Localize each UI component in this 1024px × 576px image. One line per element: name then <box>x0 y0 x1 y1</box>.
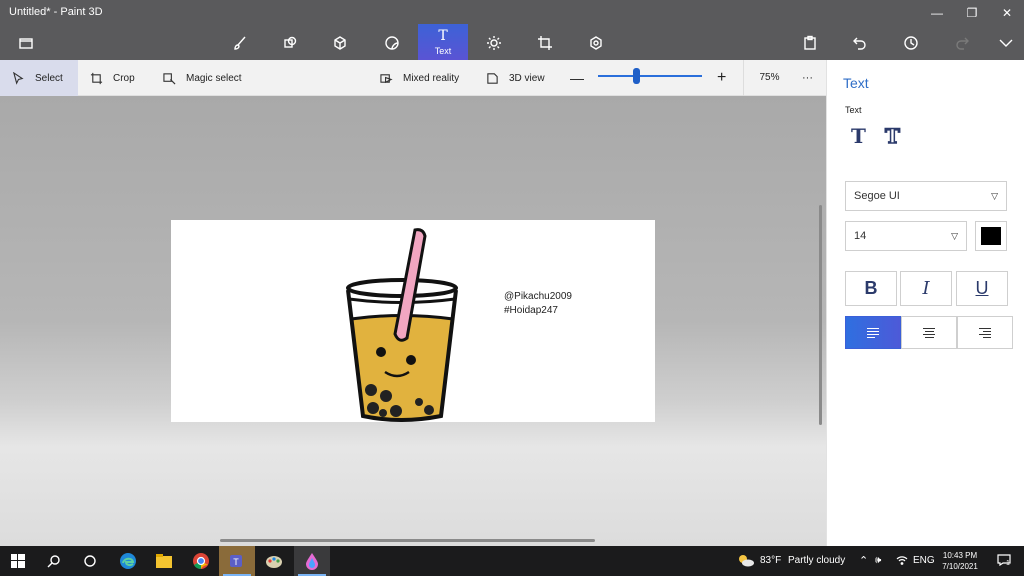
color-swatch <box>981 227 1001 245</box>
notification-count: 1 <box>1006 560 1010 567</box>
italic-button[interactable]: I <box>900 271 952 306</box>
edge-icon[interactable] <box>110 546 146 576</box>
font-size-value: 14 <box>854 230 867 242</box>
3d-library-icon[interactable] <box>576 26 616 60</box>
clock[interactable]: 10:43 PM 7/10/2021 <box>934 550 986 572</box>
notifications-icon[interactable]: 1 <box>992 546 1016 576</box>
horizontal-scrollbar[interactable] <box>220 539 595 542</box>
vertical-scrollbar[interactable] <box>819 205 822 425</box>
canvas-text-line-1: @Pikachu2009 <box>504 291 572 302</box>
taskbar: T 83°F Partly cloudy ⌃ 🕪 ENG 10:43 PM 7/… <box>0 546 1024 576</box>
3d-text-tool-icon[interactable]: T <box>884 123 911 149</box>
paint-3d-icon[interactable] <box>294 546 330 576</box>
weather-icon[interactable] <box>737 546 755 576</box>
canvas-icon[interactable] <box>525 26 565 60</box>
zoom-value[interactable]: 75% <box>743 60 795 96</box>
mixed-reality-button[interactable]: Mixed reality <box>380 60 459 96</box>
undo-icon[interactable] <box>840 26 880 60</box>
zoom-in-button[interactable]: + <box>717 60 726 96</box>
minimize-button[interactable]: — <box>922 3 952 23</box>
cursor-icon <box>13 71 24 85</box>
history-icon[interactable] <box>891 26 931 60</box>
clock-time: 10:43 PM <box>942 551 978 560</box>
title-bar: Untitled* - Paint 3D — ❐ ✕ <box>0 0 1024 26</box>
search-icon[interactable] <box>36 546 72 576</box>
2d-text-tool-icon[interactable]: T <box>851 124 877 148</box>
text-color-picker[interactable] <box>975 221 1007 251</box>
language-indicator[interactable]: ENG <box>913 546 935 576</box>
file-explorer-icon[interactable] <box>146 546 182 576</box>
tab-text-label: Text <box>434 46 452 56</box>
task-view-icon[interactable] <box>72 546 108 576</box>
magic-select-icon <box>163 72 176 84</box>
weather-condition[interactable]: Partly cloudy <box>788 546 845 576</box>
bubble-tea-drawing <box>346 228 458 422</box>
paste-icon[interactable] <box>790 26 830 60</box>
select-label: Select <box>35 72 63 84</box>
crop-button[interactable]: Crop <box>90 60 135 96</box>
font-family-dropdown[interactable]: Segoe UI ▽ <box>845 181 1007 211</box>
main-toolbar <box>0 26 1024 60</box>
crop-label: Crop <box>113 72 135 84</box>
panel-subtitle: Text <box>845 105 862 115</box>
align-right-button[interactable] <box>957 316 1013 349</box>
underline-button[interactable]: U <box>956 271 1008 306</box>
chevron-up-icon[interactable]: ⌃ <box>859 546 868 576</box>
text-icon: T <box>438 28 448 44</box>
effects-icon[interactable] <box>474 26 514 60</box>
svg-text:T: T <box>233 557 239 567</box>
clock-date: 7/10/2021 <box>942 562 978 571</box>
teams-icon[interactable]: T <box>219 546 255 576</box>
3d-shapes-icon[interactable] <box>320 26 360 60</box>
mixed-reality-label: Mixed reality <box>403 72 460 84</box>
3d-view-label: 3D view <box>509 72 545 84</box>
2d-shapes-icon[interactable] <box>270 26 310 60</box>
volume-icon[interactable]: 🕪 <box>875 546 881 576</box>
more-options-button[interactable]: ··· <box>802 60 813 96</box>
3d-view-icon <box>487 72 498 84</box>
chevron-down-icon: ▽ <box>991 191 998 201</box>
crop-icon <box>90 72 103 84</box>
align-center-button[interactable] <box>901 316 957 349</box>
tab-text[interactable]: T Text <box>418 24 468 60</box>
drawing-canvas[interactable] <box>171 220 655 422</box>
font-family-value: Segoe UI <box>854 190 900 202</box>
expand-icon[interactable] <box>986 26 1024 60</box>
stickers-icon[interactable] <box>372 26 412 60</box>
panel-title: Text <box>843 75 869 91</box>
canvas-text-line-2: #Hoidap247 <box>504 305 558 316</box>
zoom-out-button[interactable]: — <box>570 60 584 96</box>
text-side-panel: Text Text T T Segoe UI ▽ 14 ▽ B I U <box>826 60 1024 546</box>
windows-start-icon[interactable] <box>0 546 36 576</box>
chevron-down-icon: ▽ <box>951 231 958 241</box>
mixed-reality-icon <box>380 73 393 83</box>
zoom-slider-thumb[interactable] <box>633 68 640 84</box>
close-button[interactable]: ✕ <box>992 3 1022 23</box>
align-left-button[interactable] <box>845 316 901 349</box>
font-size-dropdown[interactable]: 14 ▽ <box>845 221 967 251</box>
magic-select-label: Magic select <box>186 72 242 84</box>
select-button[interactable]: Select <box>0 60 78 96</box>
chrome-icon[interactable] <box>183 546 219 576</box>
wifi-icon[interactable] <box>896 546 908 576</box>
3d-view-button[interactable]: 3D view <box>486 60 545 96</box>
menu-folder-icon[interactable] <box>6 26 46 60</box>
window-title: Untitled* - Paint 3D <box>9 6 103 18</box>
magic-select-button[interactable]: Magic select <box>163 60 242 96</box>
restore-button[interactable]: ❐ <box>957 3 987 23</box>
zoom-slider-track[interactable] <box>598 75 702 77</box>
weather-temp[interactable]: 83°F <box>760 546 781 576</box>
paint-icon[interactable] <box>256 546 292 576</box>
bold-button[interactable]: B <box>845 271 897 306</box>
brushes-icon[interactable] <box>220 26 260 60</box>
canvas-text-box[interactable]: @Pikachu2009 #Hoidap247 <box>504 290 572 318</box>
sub-toolbar: Select Crop Magic select Mixed reality 3… <box>0 60 826 96</box>
redo-icon[interactable] <box>942 26 982 60</box>
